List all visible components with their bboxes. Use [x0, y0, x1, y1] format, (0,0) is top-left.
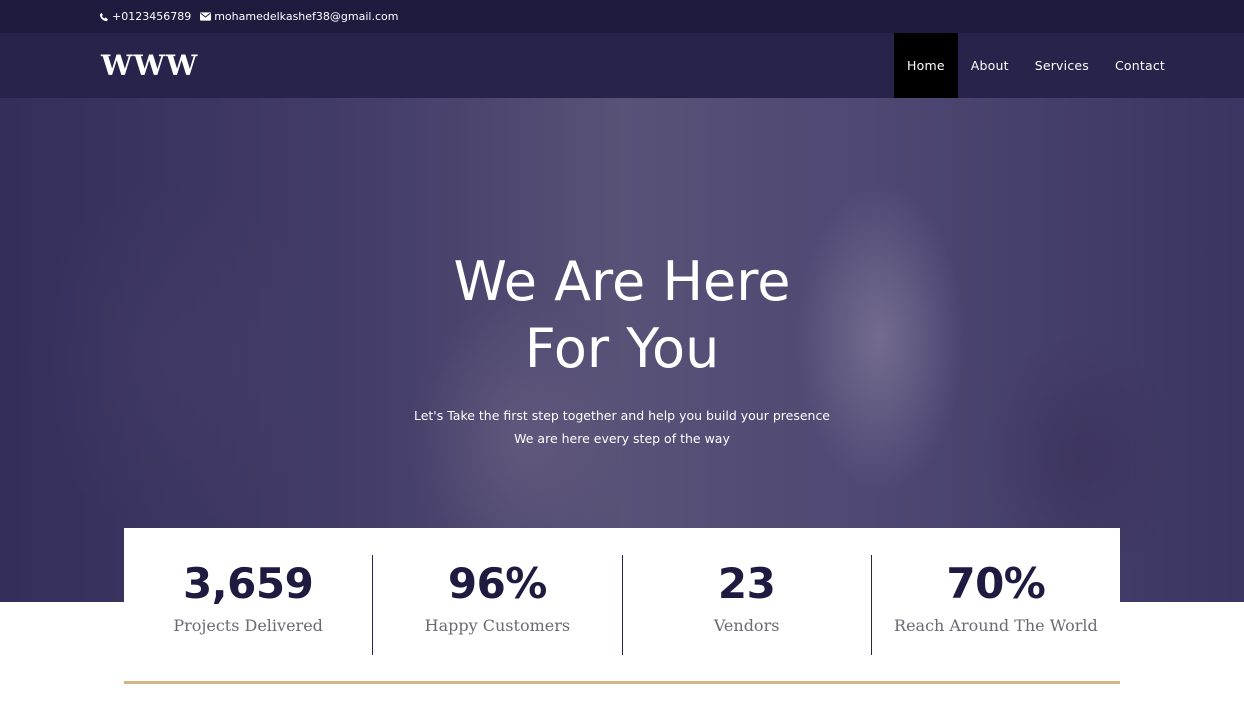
phone-number: +0123456789	[112, 10, 192, 23]
stat-label: Happy Customers	[424, 616, 571, 635]
stat-value: 3,659	[182, 559, 314, 608]
stat-projects-delivered: 3,659 Projects Delivered	[124, 555, 372, 655]
accent-divider	[124, 681, 1120, 684]
stat-label: Projects Delivered	[173, 616, 323, 635]
stat-reach-around-the-world: 70% Reach Around The World	[870, 555, 1120, 655]
site-header: WWW Home About Services Contact	[0, 33, 1244, 98]
nav-item-about[interactable]: About	[958, 33, 1022, 98]
email-address: mohamedelkashef38@gmail.com	[214, 10, 399, 23]
hero-title-line-2: For You	[524, 317, 720, 380]
hero-subtitle-line-1: Let's Take the first step together and h…	[413, 408, 831, 423]
stat-value: 96%	[447, 559, 548, 608]
hero-subtitle: Let's Take the first step together and h…	[0, 404, 1244, 450]
stat-label: Reach Around The World	[894, 616, 1098, 635]
stat-vendors: 23 Vendors	[621, 555, 871, 655]
phone-icon	[99, 12, 108, 21]
nav-item-services[interactable]: Services	[1022, 33, 1102, 98]
nav-item-home[interactable]: Home	[894, 33, 958, 98]
hero-subtitle-line-2: We are here every step of the way	[514, 431, 730, 446]
email-contact[interactable]: mohamedelkashef38@gmail.com	[200, 10, 398, 23]
stat-happy-customers: 96% Happy Customers	[372, 555, 621, 655]
site-logo[interactable]: WWW	[101, 50, 198, 82]
stats-panel: 3,659 Projects Delivered 96% Happy Custo…	[124, 528, 1120, 681]
hero-title: We Are Here For You	[0, 248, 1244, 382]
top-contact-bar: +0123456789 mohamedelkashef38@gmail.com	[0, 0, 1244, 33]
stat-value: 23	[717, 559, 776, 608]
hero-section: We Are Here For You Let's Take the first…	[0, 98, 1244, 602]
phone-contact[interactable]: +0123456789	[99, 10, 191, 23]
hero-title-line-1: We Are Here	[453, 250, 791, 313]
stat-label: Vendors	[713, 616, 780, 635]
envelope-icon	[200, 12, 212, 21]
main-navigation: Home About Services Contact	[894, 33, 1178, 98]
nav-item-contact[interactable]: Contact	[1102, 33, 1178, 98]
stat-value: 70%	[946, 559, 1046, 608]
